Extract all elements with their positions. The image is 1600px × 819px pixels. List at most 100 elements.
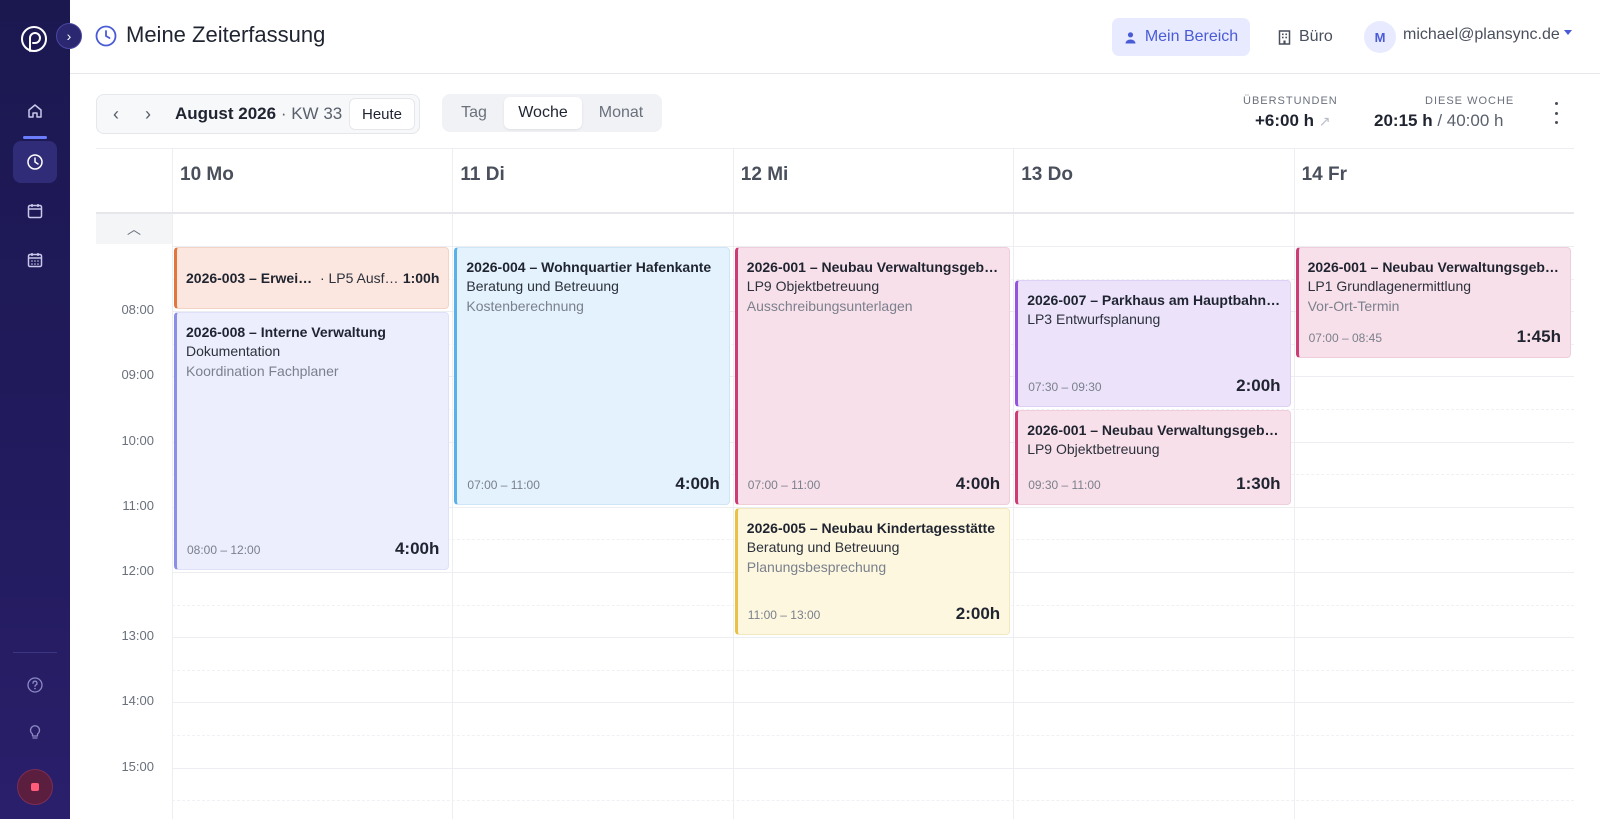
time-label: 10:00 [121,432,154,448]
time-entry-task: Ausschreibungsunterlagen [746,298,913,314]
time-label: 12:00 [121,563,154,578]
time-entry-phase: Beratung und Betreuung [746,538,900,555]
sidebar-item-time-tracking[interactable] [13,141,57,183]
time-entry[interactable]: 2026-001 – Neubau Verwaltungsgebäude LP9 … [1015,410,1291,505]
day-header-4[interactable]: 14 Fr [1302,164,1347,186]
sidebar-item-help[interactable] [13,664,57,706]
buero-button[interactable]: Büro [1278,18,1333,56]
time-entry[interactable]: 2026-004 – Wohnquartier Hafenkante Beratu… [454,247,730,505]
stop-recording-button[interactable] [17,769,53,805]
half-hour-gridline [172,800,1574,802]
this-week-target: / 40:00 h [1437,111,1504,130]
grid-top-divider [96,148,1574,149]
sidebar-item-planning[interactable] [13,239,57,281]
sidebar-item-calendar[interactable] [13,190,57,232]
collapse-early-hours-button[interactable]: ︿ [96,214,172,244]
period-label: August 2026 · KW 33 [175,104,342,124]
time-entry-phase: LP9 Objektbetreuung [746,278,880,294]
time-entry-phase: LP3 Entwurfsplanung [1027,310,1161,327]
overtime-amount: +6:00 h [1255,111,1315,130]
view-month-button[interactable]: Monat [584,97,658,129]
time-label: 08:00 [121,302,154,318]
day-header-2[interactable]: 12 Mi [741,164,789,186]
clock-icon [27,154,43,170]
avatar[interactable]: M [1364,21,1396,53]
help-icon [27,677,43,693]
chevron-right-icon: › [145,103,151,124]
sidebar [0,0,70,819]
home-icon [28,104,42,118]
mein-bereich-button[interactable]: Mein Bereich [1112,18,1250,56]
buero-label: Büro [1299,28,1333,45]
user-icon [1125,31,1136,43]
more-options-icon[interactable] [1553,102,1559,124]
time-entry-project: 2026-008 – Interne Verwaltung [186,324,386,341]
hour-gridline [172,637,1574,639]
time-entry-project: 2026-007 – Parkhaus am Hauptbahnhof [1027,291,1281,308]
mein-bereich-label: Mein Bereich [1144,28,1239,45]
header-divider [96,212,1574,214]
day-column-divider [1293,148,1295,819]
caret-down-icon[interactable] [1564,30,1572,35]
time-entry[interactable]: 2026-005 – Neubau Kindertagesstätte Berat… [734,507,1011,636]
time-entry-project: 2026-001 – Neubau Verwaltungsgebäude [1027,422,1281,438]
overtime-label: ÜBERSTUNDEN [1243,95,1338,107]
time-entry-duration: 1:30h [1236,473,1281,493]
time-entry-duration: 1:00h [402,270,440,286]
calendar-week-label: · KW 33 [280,104,343,123]
time-entry-range: 11:00 – 13:00 [747,608,821,623]
time-entry-phase: LP9 Objektbetreuung [1027,441,1160,457]
time-entry-duration: 2:00h [1236,375,1281,395]
day-header-0[interactable]: 10 Mo [180,164,234,186]
today-button[interactable]: Heute [349,98,415,130]
day-header-3[interactable]: 13 Do [1021,164,1073,186]
half-hour-gridline [172,735,1574,736]
this-week-hours: 20:15 h [1374,111,1433,130]
sidebar-collapse-button[interactable]: › [56,23,82,49]
time-entry-duration: 4:00h [955,473,1001,493]
next-week-button[interactable]: › [137,103,159,125]
day-column-divider [452,148,454,819]
time-entry-range: 08:00 – 12:00 [187,542,261,557]
previous-week-button[interactable]: ‹ [105,103,127,125]
time-entry-phase: Dokumentation [186,343,281,360]
chevron-up-icon: ︿ [127,221,141,237]
time-label: 09:00 [121,367,154,383]
sidebar-item-home[interactable] [13,90,57,132]
calendar-icon [27,204,43,219]
day-header-1[interactable]: 11 Di [460,164,504,186]
time-entry-summary: 2026-003 – Erweiterung Logistikzentrum · … [186,270,439,286]
time-entry-range: 07:00 – 11:00 [467,477,540,492]
time-entry-duration: 2:00h [955,604,1001,624]
plansync-logo[interactable] [19,24,49,54]
time-entry-duration: 4:00h [394,538,440,558]
time-entry[interactable]: 2026-001 – Neubau Verwaltungsgebäude LP9 … [734,247,1011,505]
time-entry[interactable]: 2026-007 – Parkhaus am Hauptbahnhof LP3 E… [1015,279,1291,407]
hour-gridline [172,702,1574,704]
half-hour-gridline [172,669,1574,671]
sidebar-item-ideas[interactable] [13,711,57,753]
month-label: August 2026 [175,104,277,123]
user-menu[interactable]: michael@plansync.de [1403,26,1560,44]
time-entry-task: Planungsbesprechung [746,558,887,575]
time-entry-project: 2026-001 – Neubau Verwaltungsgebäude [746,259,1001,275]
day-column-divider [172,148,173,819]
time-entry-range: 07:30 – 09:30 [1028,379,1102,394]
time-entry-project: 2026-004 – Wohnquartier Hafenkante [466,259,712,275]
time-entry-project: 2026-001 – Neubau Verwaltungsgebäude [1307,259,1561,275]
view-week-button[interactable]: Woche [504,97,582,129]
time-entry[interactable]: 2026-001 – Neubau Verwaltungsgebäude LP1 … [1295,247,1571,359]
this-week-label: DIESE WOCHE [1425,95,1515,107]
view-day-button[interactable]: Tag [446,97,502,129]
building-icon [1278,29,1291,45]
overtime-value: +6:00 h ↗ [1255,111,1331,131]
stop-recording-icon [31,783,39,791]
time-entry[interactable]: 2026-003 – Erweiterung Logistikzentrum · … [174,247,450,310]
hour-gridline [172,767,1574,769]
arrow-up-right-icon[interactable]: ↗ [1319,113,1331,129]
lightbulb-icon [29,725,41,739]
time-entry[interactable]: 2026-008 – Interne Verwaltung Dokumentati… [174,312,450,570]
time-entry-project: 2026-003 – Erweiterung Logistikzentrum [186,270,314,286]
sidebar-divider [13,652,57,653]
time-entry-phase: Beratung und Betreuung [466,278,619,294]
